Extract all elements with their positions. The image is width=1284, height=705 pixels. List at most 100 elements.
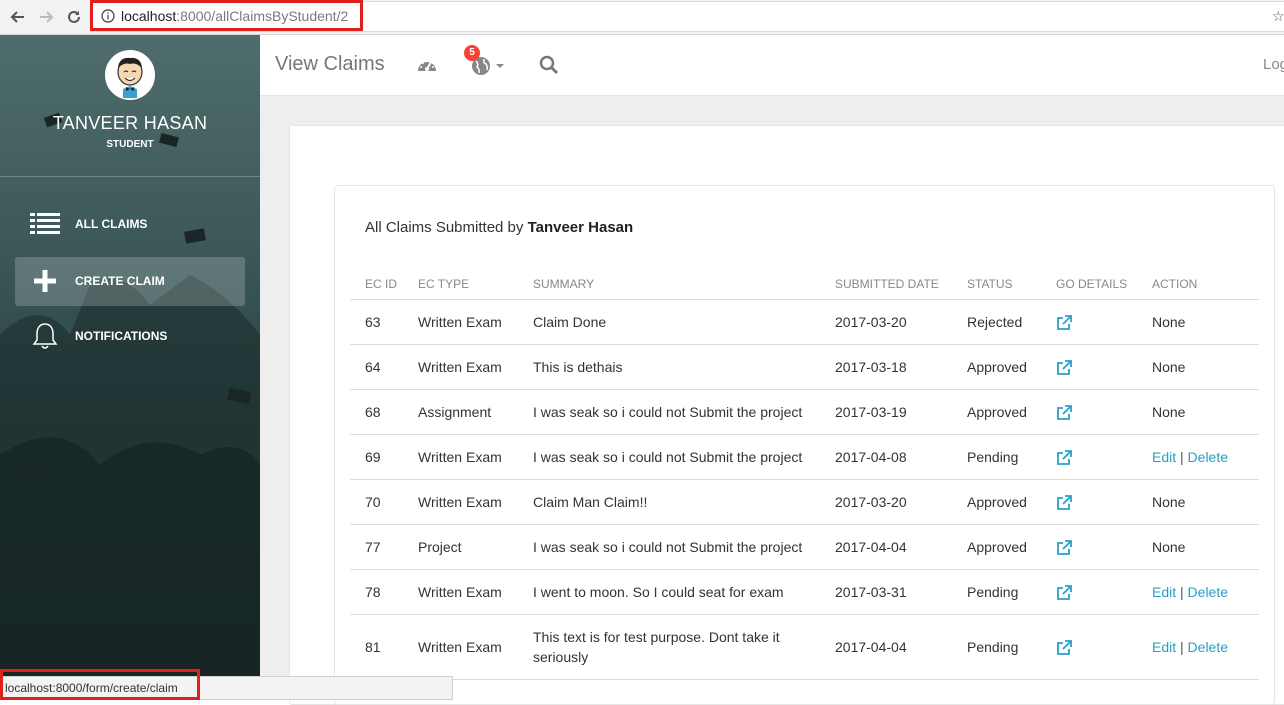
date-cell: 2017-04-08 <box>820 434 952 480</box>
ec-type-cell: Assignment <box>403 389 518 435</box>
bookmark-star-icon[interactable]: ☆ <box>1272 8 1284 25</box>
status-cell: Pending <box>952 569 1041 615</box>
card-title: All Claims Submitted by Tanveer Hasan <box>365 219 633 236</box>
status-cell: Approved <box>952 479 1041 525</box>
summary-cell: This is dethais <box>518 344 820 390</box>
ec-type-cell: Written Exam <box>403 479 518 525</box>
status-cell: Approved <box>952 524 1041 570</box>
page-title[interactable]: View Claims <box>275 53 385 76</box>
dashboard-icon[interactable] <box>416 55 438 77</box>
edit-link[interactable]: Edit <box>1152 449 1176 465</box>
table-row: 78 Written Exam I went to moon. So I cou… <box>350 569 1259 615</box>
col-ec-id: EC ID <box>350 270 403 300</box>
summary-cell: Claim Man Claim!! <box>518 479 820 525</box>
external-link-icon[interactable] <box>1056 494 1072 511</box>
delete-link[interactable]: Delete <box>1188 584 1228 600</box>
date-cell: 2017-03-20 <box>820 299 952 345</box>
external-link-icon[interactable] <box>1056 584 1072 601</box>
action-separator: | <box>1180 638 1184 655</box>
external-link-icon[interactable] <box>1056 359 1072 376</box>
go-details-cell <box>1041 614 1137 680</box>
status-url-highlight-box <box>0 669 200 700</box>
bell-icon <box>30 322 60 350</box>
date-cell: 2017-04-04 <box>820 524 952 570</box>
logout-link[interactable]: Log <box>1263 56 1284 73</box>
date-cell: 2017-03-31 <box>820 569 952 615</box>
status-cell: Pending <box>952 614 1041 680</box>
user-role: STUDENT <box>106 139 154 150</box>
external-link-icon[interactable] <box>1056 539 1072 556</box>
ec-type-cell: Written Exam <box>403 344 518 390</box>
chevron-down-icon[interactable] <box>496 64 504 68</box>
ec-type-cell: Written Exam <box>403 614 518 680</box>
action-cell: None <box>1137 479 1259 525</box>
claims-table: EC ID EC TYPE SUMMARY SUBMITTED DATE STA… <box>350 270 1259 680</box>
top-navbar: View Claims 5 Log <box>260 35 1284 96</box>
ec-id-cell: 64 <box>350 344 403 390</box>
go-details-cell <box>1041 479 1137 525</box>
sidebar-divider <box>0 176 260 177</box>
table-row: 70 Written Exam Claim Man Claim!! 2017-0… <box>350 479 1259 525</box>
table-row: 68 Assignment I was seak so i could not … <box>350 389 1259 435</box>
status-cell: Pending <box>952 434 1041 480</box>
status-cell: Approved <box>952 344 1041 390</box>
card-title-name: Tanveer Hasan <box>527 219 634 236</box>
go-details-cell <box>1041 524 1137 570</box>
graduation-background-image <box>0 112 260 700</box>
table-row: 64 Written Exam This is dethais 2017-03-… <box>350 344 1259 390</box>
external-link-icon[interactable] <box>1056 314 1072 331</box>
delete-link[interactable]: Delete <box>1188 639 1228 655</box>
table-row: 77 Project I was seak so i could not Sub… <box>350 524 1259 570</box>
date-cell: 2017-04-04 <box>820 614 952 680</box>
summary-cell: I was seak so i could not Submit the pro… <box>518 524 820 570</box>
reload-icon[interactable] <box>63 6 85 28</box>
ec-type-cell: Written Exam <box>403 569 518 615</box>
ec-type-cell: Written Exam <box>403 434 518 480</box>
date-cell: 2017-03-19 <box>820 389 952 435</box>
search-icon[interactable] <box>539 55 561 77</box>
go-details-cell <box>1041 389 1137 435</box>
date-cell: 2017-03-20 <box>820 479 952 525</box>
summary-cell: This text is for test purpose. Dont take… <box>518 614 820 680</box>
status-cell: Rejected <box>952 299 1041 345</box>
table-row: 63 Written Exam Claim Done 2017-03-20 Re… <box>350 299 1259 345</box>
action-cell: Edit | Delete <box>1137 434 1259 480</box>
sidebar-item-label: CREATE CLAIM <box>75 274 165 288</box>
go-details-cell <box>1041 344 1137 390</box>
go-details-cell <box>1041 299 1137 345</box>
col-action: ACTION <box>1137 270 1259 300</box>
ec-id-cell: 68 <box>350 389 403 435</box>
browser-toolbar: localhost:8000/allClaimsByStudent/2 ☆ <box>0 0 1284 35</box>
ec-id-cell: 81 <box>350 614 403 680</box>
ec-id-cell: 63 <box>350 299 403 345</box>
col-summary: SUMMARY <box>518 270 820 300</box>
summary-cell: Claim Done <box>518 299 820 345</box>
action-cell: None <box>1137 299 1259 345</box>
plus-icon <box>30 267 60 295</box>
sidebar-item-all-claims[interactable]: ALL CLAIMS <box>15 200 245 249</box>
sidebar-item-create-claim[interactable]: CREATE CLAIM <box>15 257 245 306</box>
go-details-cell <box>1041 434 1137 480</box>
sidebar-item-notifications[interactable]: NOTIFICATIONS <box>15 312 245 361</box>
edit-link[interactable]: Edit <box>1152 639 1176 655</box>
external-link-icon[interactable] <box>1056 449 1072 466</box>
status-cell: Approved <box>952 389 1041 435</box>
action-separator: | <box>1180 448 1184 465</box>
action-cell: None <box>1137 389 1259 435</box>
external-link-icon[interactable] <box>1056 639 1072 656</box>
sidebar-item-label: ALL CLAIMS <box>75 217 148 231</box>
ec-id-cell: 77 <box>350 524 403 570</box>
action-cell: Edit | Delete <box>1137 569 1259 615</box>
ec-id-cell: 69 <box>350 434 403 480</box>
forward-arrow-icon[interactable] <box>35 6 57 28</box>
action-cell: Edit | Delete <box>1137 614 1259 680</box>
summary-cell: I was seak so i could not Submit the pro… <box>518 389 820 435</box>
url-highlight-box <box>90 0 363 31</box>
user-name: TANVEER HASAN <box>52 113 208 133</box>
ec-type-cell: Written Exam <box>403 299 518 345</box>
delete-link[interactable]: Delete <box>1188 449 1228 465</box>
external-link-icon[interactable] <box>1056 404 1072 421</box>
edit-link[interactable]: Edit <box>1152 584 1176 600</box>
go-details-cell <box>1041 569 1137 615</box>
back-arrow-icon[interactable] <box>7 6 29 28</box>
